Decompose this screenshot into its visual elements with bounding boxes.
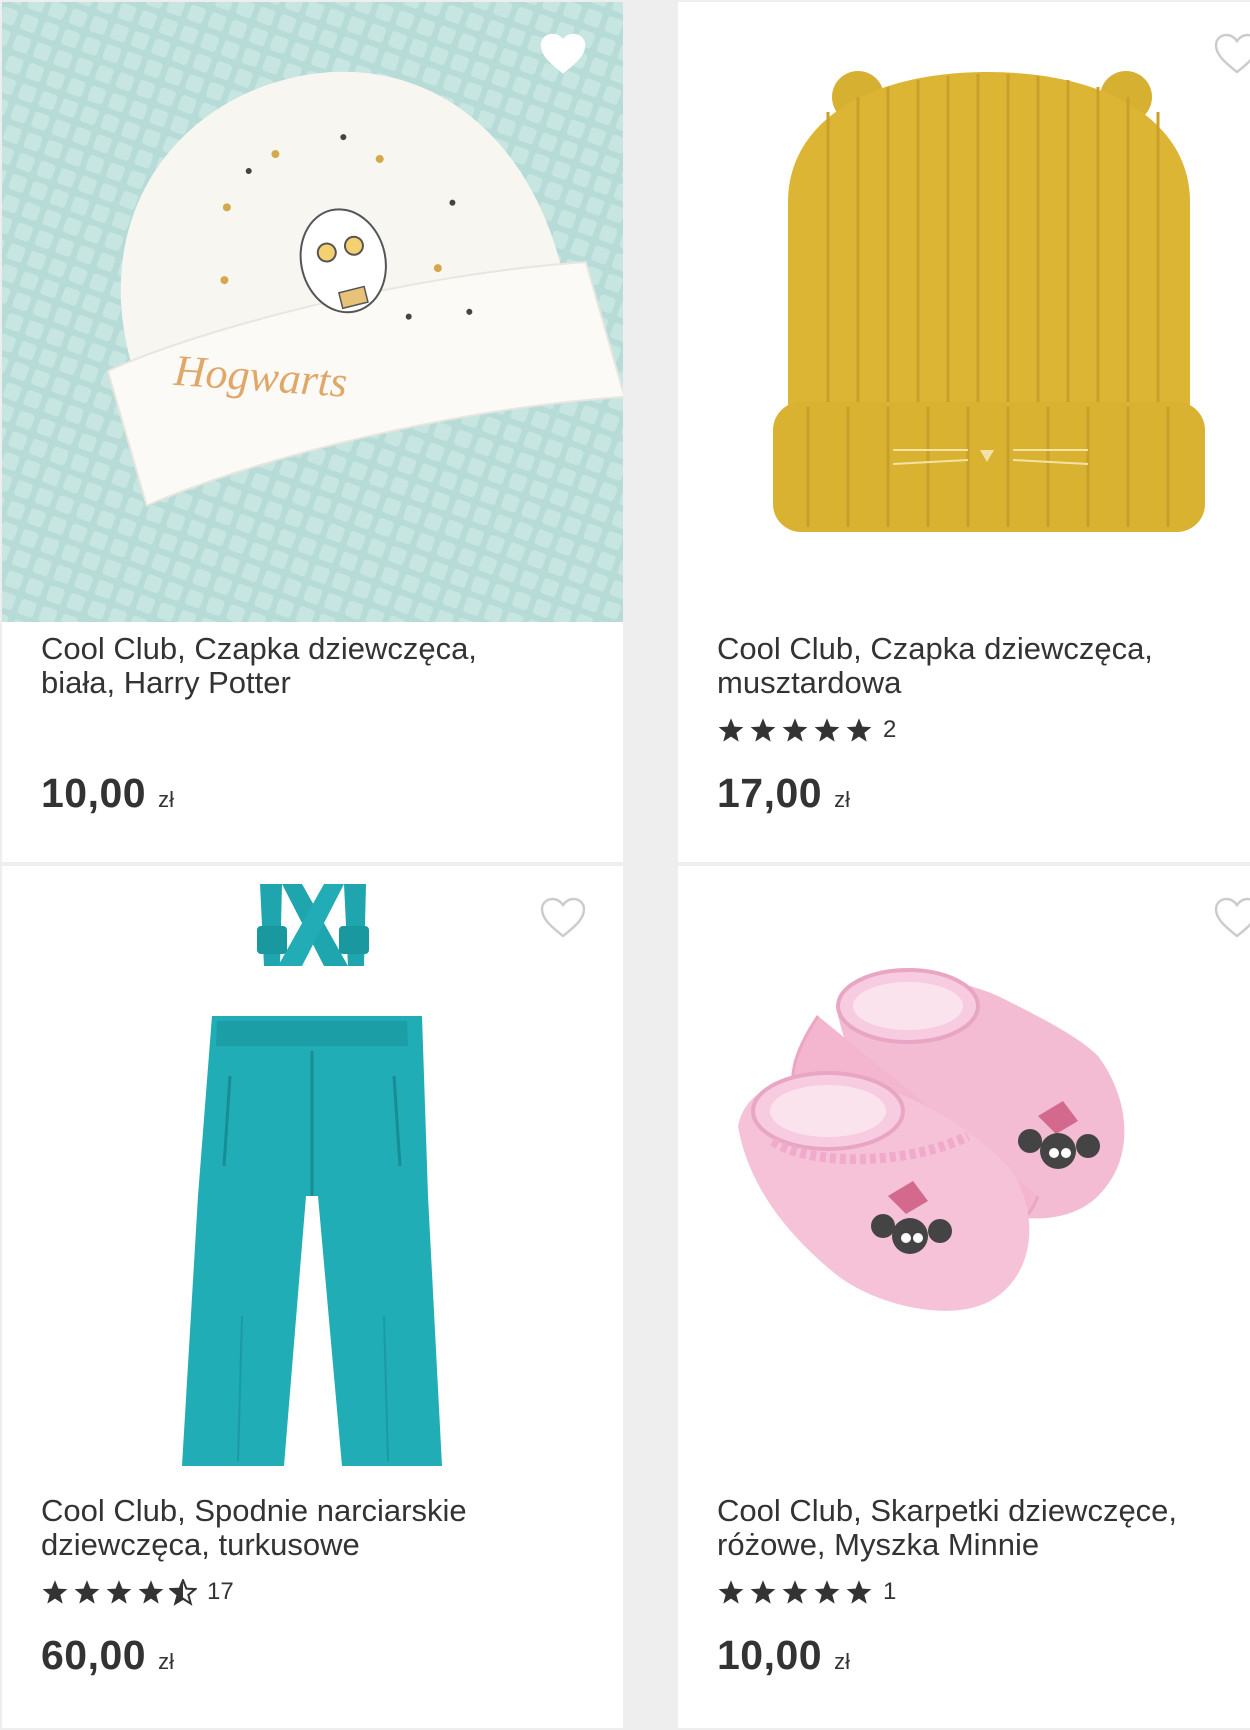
product-title[interactable]: Cool Club, Skarpetki dziewczęce, różowe,…	[717, 1494, 1250, 1562]
product-title-line: Cool Club, Czapka dziewczęca,	[41, 631, 477, 666]
product-image[interactable]	[678, 866, 1250, 1486]
product-title[interactable]: Cool Club, Spodnie narciarskie dziewczęc…	[41, 1494, 581, 1562]
star-icon	[73, 1579, 101, 1606]
star-icon	[749, 717, 777, 744]
favorite-heart-icon[interactable]	[539, 896, 587, 940]
star-half-icon	[169, 1578, 197, 1606]
product-price: 10,00 zł	[717, 1632, 850, 1679]
star-icon	[813, 1579, 841, 1606]
star-icon	[105, 1579, 133, 1606]
product-title-line: Cool Club, Spodnie narciarskie	[41, 1493, 467, 1528]
rating-count: 2	[883, 716, 897, 743]
product-image[interactable]	[2, 866, 623, 1486]
product-card[interactable]: Cool Club, Czapka dziewczęca, musztardow…	[678, 2, 1250, 862]
product-title-line: Cool Club, Czapka dziewczęca,	[717, 631, 1153, 666]
rating-stars	[41, 1578, 197, 1606]
product-title-line: biała, Harry Potter	[41, 665, 291, 700]
product-title[interactable]: Cool Club, Czapka dziewczęca, musztardow…	[717, 632, 1250, 700]
favorite-heart-icon[interactable]	[1213, 32, 1250, 76]
product-price: 60,00 zł	[41, 1632, 174, 1679]
product-rating[interactable]: 1	[717, 1576, 896, 1608]
price-currency: zł	[834, 1649, 850, 1674]
product-title-line: musztardowa	[717, 665, 902, 700]
price-value: 17,00	[717, 770, 823, 816]
product-title-line: Cool Club, Skarpetki dziewczęce,	[717, 1493, 1178, 1528]
product-rating[interactable]: 2	[717, 714, 896, 746]
price-currency: zł	[158, 1649, 174, 1674]
star-icon	[781, 1579, 809, 1606]
favorite-heart-icon[interactable]	[539, 32, 587, 76]
price-value: 10,00	[717, 1632, 823, 1678]
star-icon	[813, 717, 841, 744]
star-icon	[749, 1579, 777, 1606]
star-icon	[845, 717, 873, 744]
rating-count: 17	[207, 1578, 234, 1605]
rating-stars	[717, 717, 873, 744]
rating-stars	[717, 1579, 873, 1606]
star-icon	[845, 1579, 873, 1606]
star-icon	[717, 1579, 745, 1606]
product-title[interactable]: Cool Club, Czapka dziewczęca, biała, Har…	[41, 632, 581, 700]
rating-count: 1	[883, 1578, 897, 1605]
star-icon	[781, 717, 809, 744]
product-rating[interactable]: 17	[41, 1576, 234, 1608]
product-price: 10,00 zł	[41, 770, 174, 817]
price-value: 60,00	[41, 1632, 147, 1678]
star-icon	[41, 1579, 69, 1606]
favorite-heart-icon[interactable]	[1213, 896, 1250, 940]
star-icon	[137, 1579, 165, 1606]
price-value: 10,00	[41, 770, 147, 816]
product-card[interactable]: Cool Club, Skarpetki dziewczęce, różowe,…	[678, 866, 1250, 1728]
product-price: 17,00 zł	[717, 770, 850, 817]
product-image[interactable]: Hogwarts	[2, 2, 623, 622]
product-title-line: różowe, Myszka Minnie	[717, 1527, 1040, 1562]
product-title-line: dziewczęca, turkusowe	[41, 1527, 360, 1562]
product-image[interactable]	[678, 2, 1250, 622]
product-card[interactable]: Cool Club, Spodnie narciarskie dziewczęc…	[2, 866, 623, 1728]
price-currency: zł	[834, 787, 850, 812]
price-currency: zł	[158, 787, 174, 812]
product-grid: Hogwarts Cool Club, Czapka dziewczęca, b…	[0, 0, 1250, 1730]
product-card[interactable]: Hogwarts Cool Club, Czapka dziewczęca, b…	[2, 2, 623, 862]
star-icon	[717, 717, 745, 744]
